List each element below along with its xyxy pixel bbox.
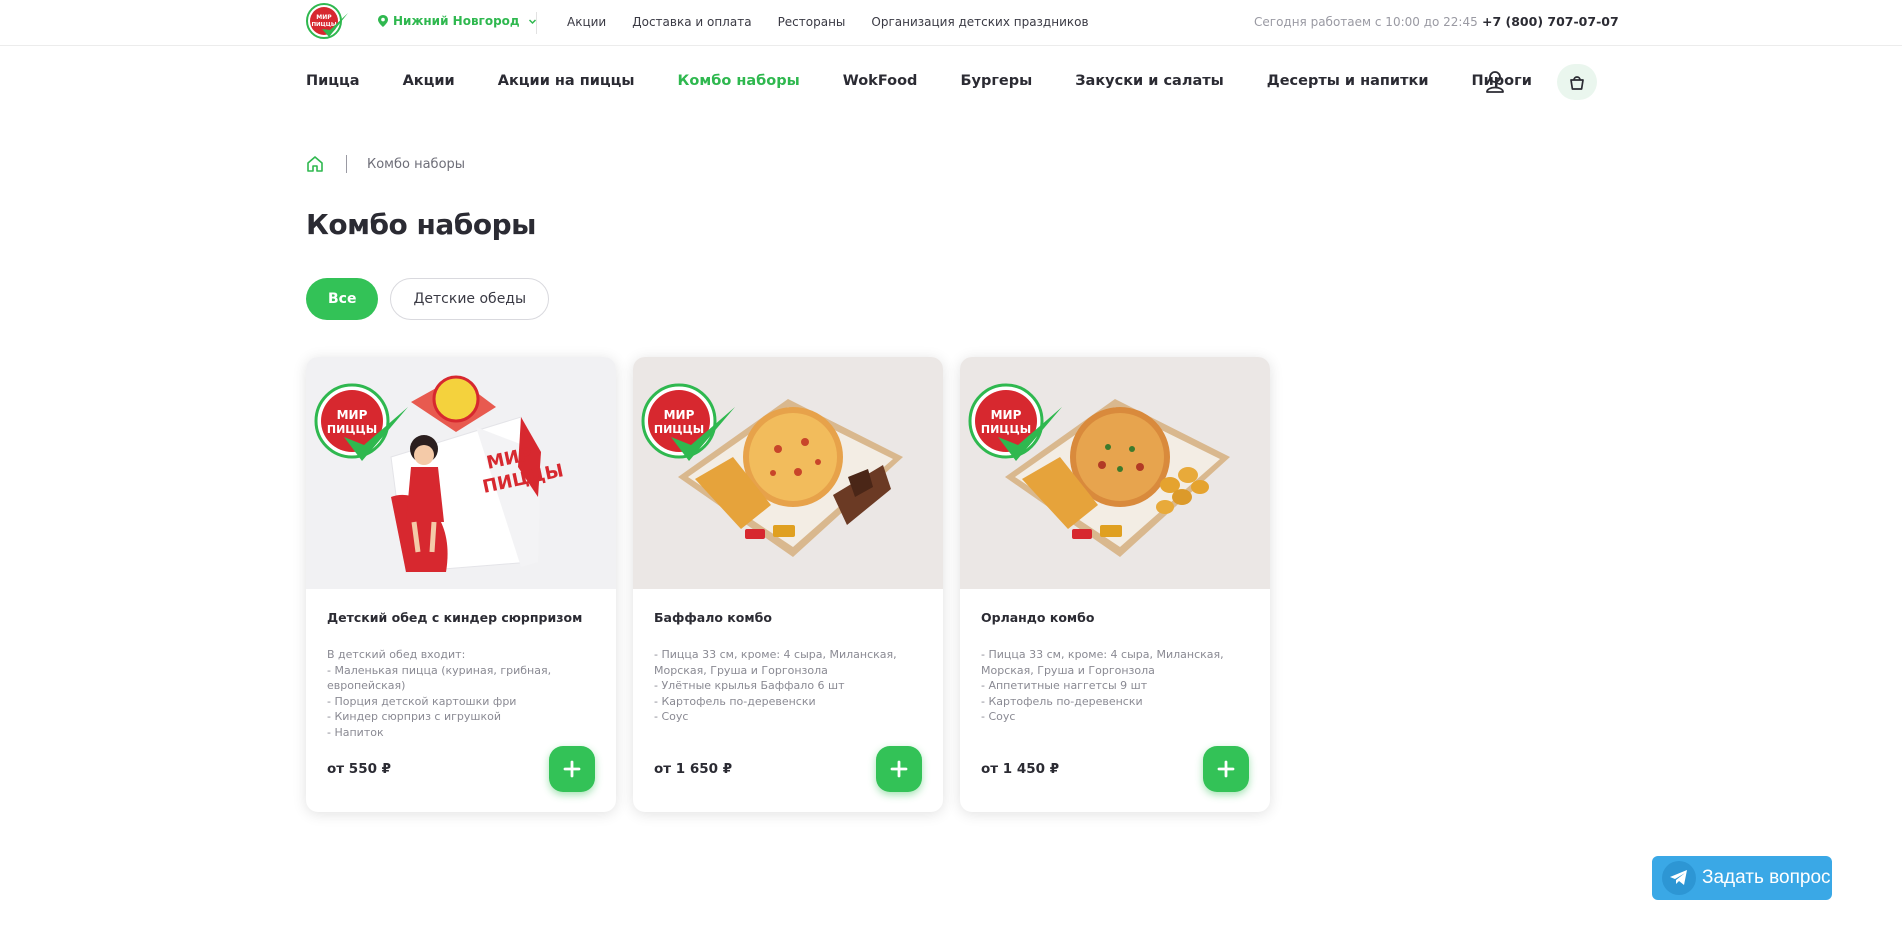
product-description: В детский обед входит: - Маленькая пицца… [327, 648, 552, 739]
nav-item-combo[interactable]: Комбо наборы [678, 73, 800, 89]
add-to-cart-button[interactable] [1203, 746, 1249, 792]
city-name: Нижний Новгород [393, 14, 520, 28]
home-icon[interactable] [306, 155, 324, 173]
svg-text:ПИЦЦЫ: ПИЦЦЫ [654, 423, 704, 436]
svg-text:МИР: МИР [991, 408, 1022, 422]
phone-link[interactable]: +7 (800) 707-07-07 [1482, 14, 1619, 29]
svg-text:ПИЦЦЫ: ПИЦЦЫ [327, 423, 377, 436]
filter-chips: Все Детские обеды [306, 278, 550, 320]
working-hours: Сегодня работаем с 10:00 до 22:45 [1254, 15, 1478, 29]
main-nav: Пицца Акции Акции на пиццы Комбо наборы … [306, 73, 1575, 89]
svg-text:МИР: МИР [316, 14, 332, 21]
top-link-kids-parties[interactable]: Организация детских праздников [871, 15, 1088, 29]
filter-chip-kids-lunch[interactable]: Детские обеды [390, 278, 550, 320]
city-selector[interactable]: Нижний Новгород [378, 14, 537, 28]
ask-question-label: Задать вопрос [1702, 867, 1831, 888]
filter-chip-all[interactable]: Все [306, 278, 379, 320]
nav-item-desserts-drinks[interactable]: Десерты и напитки [1267, 73, 1429, 89]
nav-item-wokfood[interactable]: WokFood [843, 73, 918, 89]
brand-badge-icon: МИР ПИЦЦЫ [314, 383, 408, 461]
top-bar: МИР ПИЦЦЫ Нижний Новгород Акции Доставка… [0, 0, 1902, 46]
product-price: от 1 450 ₽ [981, 761, 1060, 777]
nav-item-burgers[interactable]: Бургеры [960, 73, 1032, 89]
top-link-delivery[interactable]: Доставка и оплата [632, 15, 751, 29]
svg-text:МИР: МИР [337, 408, 368, 422]
breadcrumb-separator [346, 155, 347, 173]
product-price: от 1 650 ₽ [654, 761, 733, 777]
product-card[interactable]: МИР ПИЦЦЫ МИР ПИЦЦЫ Детский обед с кинде… [306, 357, 616, 812]
product-grid: МИР ПИЦЦЫ МИР ПИЦЦЫ Детский обед с кинде… [306, 357, 1270, 812]
nav-item-promotions[interactable]: Акции [403, 73, 455, 89]
top-link-restaurants[interactable]: Рестораны [778, 15, 846, 29]
product-image-orlando-combo[interactable]: МИР ПИЦЦЫ [960, 357, 1270, 589]
add-to-cart-button[interactable] [549, 746, 595, 792]
telegram-icon [1662, 861, 1696, 895]
plus-icon [563, 760, 581, 778]
add-to-cart-button[interactable] [876, 746, 922, 792]
user-icon[interactable] [1484, 70, 1506, 94]
product-name[interactable]: Детский обед с киндер сюрпризом [327, 610, 582, 625]
page-title: Комбо наборы [306, 208, 536, 241]
product-description: - Пицца 33 см, кроме: 4 сыра, Миланская,… [981, 648, 1224, 723]
cart-button[interactable] [1557, 64, 1597, 100]
nav-item-pizza[interactable]: Пицца [306, 73, 360, 89]
product-card[interactable]: МИР ПИЦЦЫ Баффало комбо - Пицца 33 см, к… [633, 357, 943, 812]
svg-text:ПИЦЦЫ: ПИЦЦЫ [311, 22, 336, 28]
divider [536, 12, 537, 34]
product-image-buffalo-combo[interactable]: МИР ПИЦЦЫ [633, 357, 943, 589]
brand-badge-icon: МИР ПИЦЦЫ [641, 383, 735, 461]
svg-text:МИР: МИР [664, 408, 695, 422]
svg-text:ПИЦЦЫ: ПИЦЦЫ [981, 423, 1031, 436]
product-description: - Пицца 33 см, кроме: 4 сыра, Миланская,… [654, 648, 897, 723]
nav-item-pizza-promotions[interactable]: Акции на пиццы [498, 73, 635, 89]
plus-icon [890, 760, 908, 778]
top-links: Акции Доставка и оплата Рестораны Органи… [567, 15, 1089, 29]
product-image-kids-meal[interactable]: МИР ПИЦЦЫ МИР ПИЦЦЫ [306, 357, 616, 589]
location-pin-icon [378, 15, 388, 27]
plus-icon [1217, 760, 1235, 778]
product-name[interactable]: Орландо комбо [981, 610, 1094, 625]
breadcrumb: Комбо наборы [306, 155, 465, 173]
product-name[interactable]: Баффало комбо [654, 610, 772, 625]
logo-icon[interactable]: МИР ПИЦЦЫ [306, 3, 350, 41]
product-price: от 550 ₽ [327, 761, 392, 777]
top-link-promotions[interactable]: Акции [567, 15, 606, 29]
basket-icon [1570, 76, 1584, 90]
brand-badge-icon: МИР ПИЦЦЫ [968, 383, 1062, 461]
product-card[interactable]: МИР ПИЦЦЫ Орландо комбо - Пицца 33 см, к… [960, 357, 1270, 812]
ask-question-button[interactable]: Задать вопрос [1652, 856, 1832, 900]
nav-item-snacks-salads[interactable]: Закуски и салаты [1075, 73, 1224, 89]
breadcrumb-current: Комбо наборы [367, 156, 466, 172]
